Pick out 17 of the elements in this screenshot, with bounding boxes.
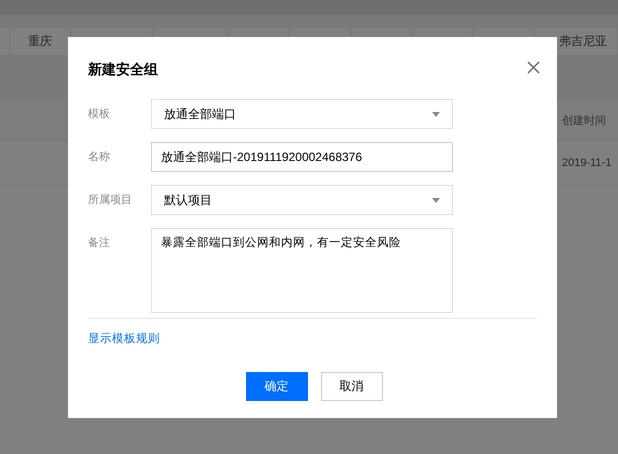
confirm-button[interactable]: 确定 [246, 372, 308, 401]
select-field[interactable]: 放通全部端口 [151, 99, 453, 129]
field-label: 所属项目 [88, 193, 133, 208]
rules-link[interactable]: 显示模板规则 [88, 331, 160, 346]
field-label: 模板 [88, 107, 111, 122]
field-label: 名称 [88, 150, 111, 165]
close-icon[interactable] [527, 61, 540, 74]
cancel-button[interactable]: 取消 [320, 372, 382, 401]
input-field[interactable]: 放通全部端口-2019111920002468376 [151, 142, 453, 172]
textarea-field[interactable]: 暴露全部端口到公网和内网，有一定安全风险 [151, 228, 453, 313]
table-cell-text: 2019-11-1 [562, 157, 612, 169]
caret-icon [432, 198, 440, 202]
field-label: 备注 [88, 236, 111, 251]
column-header: 创建时间 [562, 114, 607, 128]
caret-icon [432, 112, 440, 116]
select-field[interactable]: 默认项目 [151, 185, 453, 215]
dialog-title: 新建安全组 [88, 60, 158, 79]
